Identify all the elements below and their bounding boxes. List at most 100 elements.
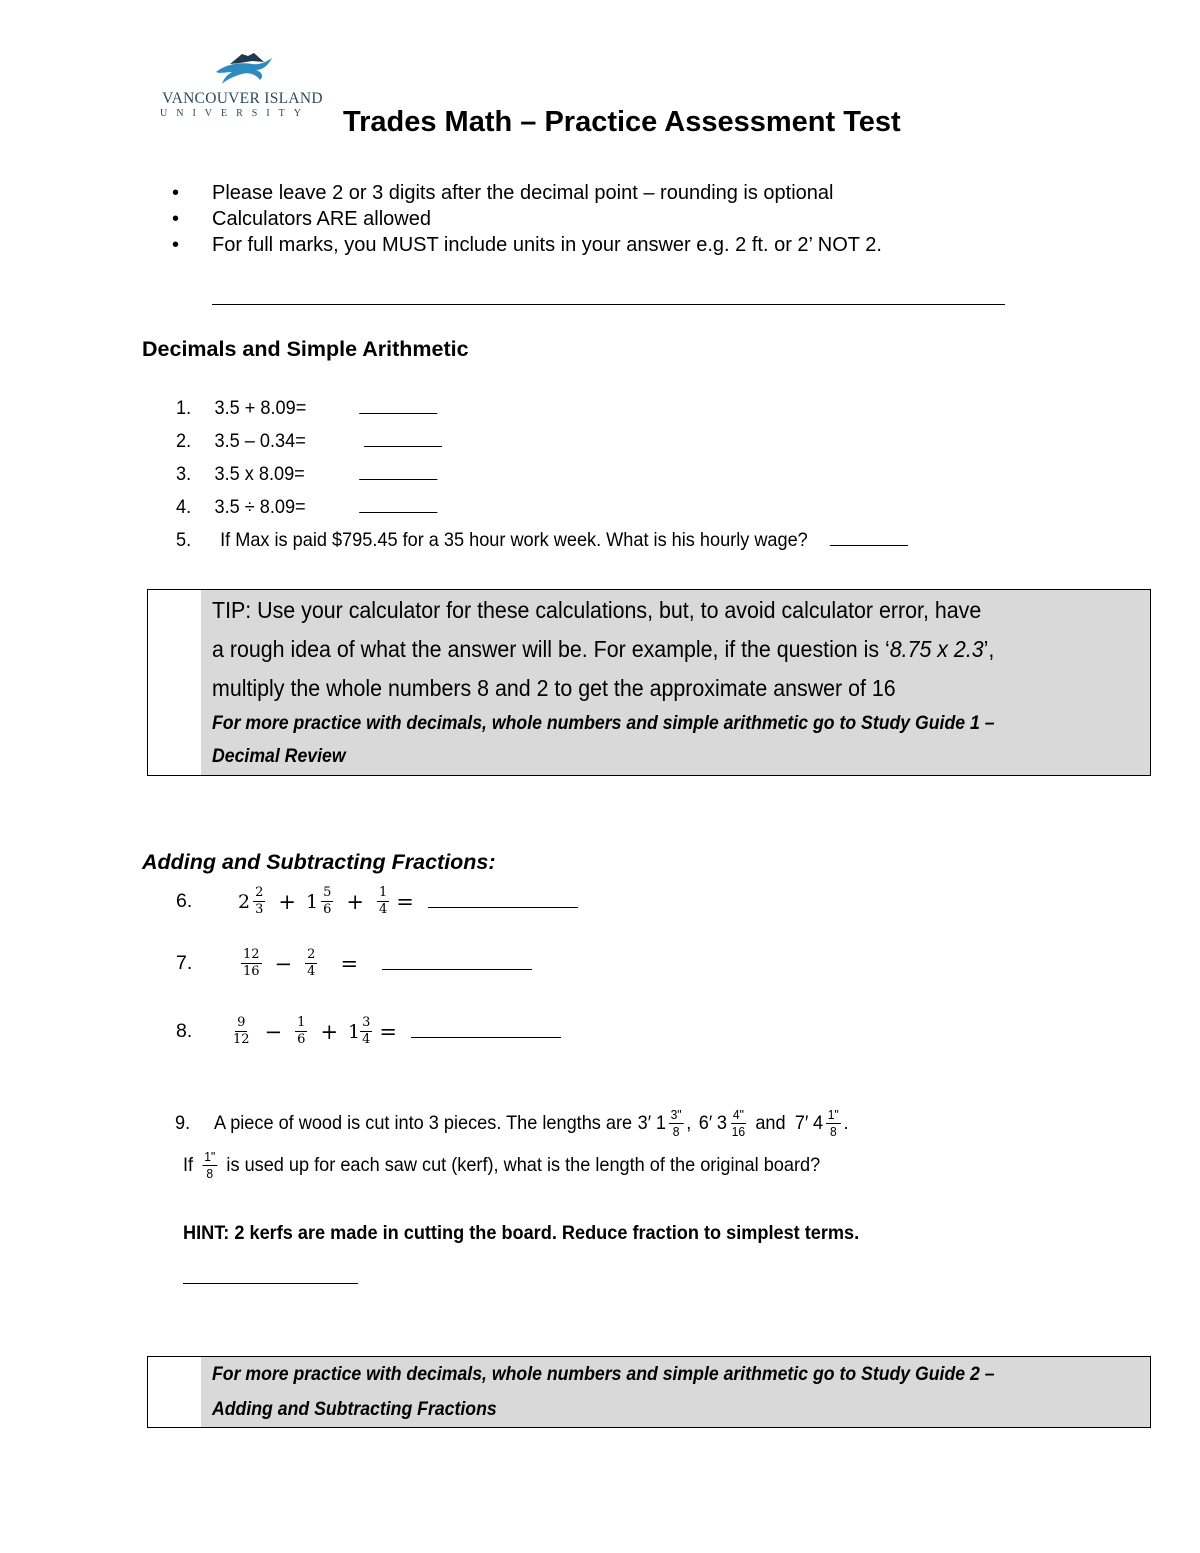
answer-blank[interactable] [359,395,438,414]
fraction: 4" 16 [730,1108,747,1139]
study-guide-1-reference: For more practice with decimals, whole n… [212,713,995,734]
question-text: 3.5 x 8.09= [214,463,305,485]
tip-line: TIP: Use your calculator for these calcu… [212,597,982,623]
question-number: 5. [176,529,192,551]
question-8: 8. 9 12 − 16 + 1 34 = [176,1015,562,1047]
question-9: 9. A piece of wood is cut into 3 pieces.… [175,1108,849,1139]
fraction: 24 [305,947,318,979]
logo-line-1: VANCOUVER ISLAND [162,90,323,107]
answer-blank[interactable] [411,1025,562,1038]
denominator: 6 [323,902,332,917]
numerator: 9 [235,1015,248,1032]
question-text: 3.5 – 0.34= [214,430,306,452]
numerator: 3" [668,1107,684,1124]
university-logo: VANCOUVER ISLAND UNIVERSITY [150,50,335,122]
bullet-icon: • [172,234,180,256]
operator: = [379,1019,398,1044]
bullet-icon: • [172,208,180,230]
tip-text: ’, [983,636,995,662]
question-9-line-2: If 1" 8 is used up for each saw cut (kerf… [183,1150,820,1181]
answer-blank[interactable] [829,527,908,546]
whole-number: 1 [305,890,319,913]
operator: + [346,889,364,914]
tip-box: TIP: Use your calculator for these calcu… [147,589,1151,776]
horizontal-rule [212,304,1005,305]
fraction: 12 16 [241,948,262,979]
section-heading-fractions: Adding and Subtracting Fractions: [142,850,496,874]
instruction-text: Calculators ARE allowed [212,208,431,230]
operator: − [274,951,293,976]
instruction-text: Please leave 2 or 3 digits after the dec… [212,182,834,204]
answer-blank[interactable] [363,428,442,447]
length-feet: 7′ [794,1112,809,1134]
length-feet: 6′ [698,1112,713,1134]
question-7: 7. 12 16 − 24 = [176,947,533,979]
question-2: 2. 3.5 – 0.34= [176,428,442,453]
question-number: 9. [175,1112,191,1134]
answer-blank[interactable] [359,461,438,480]
instructions-list: • Please leave 2 or 3 digits after the d… [172,180,882,258]
fraction: 16 [295,1015,308,1047]
fraction: 3" 8 [668,1107,684,1139]
fraction: 1" 8 [825,1107,841,1139]
tip-example: 8.75 x 2.3 [889,636,984,662]
whole-number: 2 [238,890,251,913]
instruction-item: • For full marks, you MUST include units… [172,232,882,258]
instruction-text: For full marks, you MUST include units i… [212,234,882,256]
numerator: 1" [202,1149,218,1166]
question-number: 7. [176,952,193,974]
length-whole-inches: 4 [813,1112,824,1134]
instruction-item: • Please leave 2 or 3 digits after the d… [172,180,882,206]
fraction: 1" 8 [202,1149,218,1181]
conjunction: and [755,1112,786,1134]
period: . [843,1112,849,1134]
denominator: 4 [307,964,316,979]
numerator: 5 [321,885,334,902]
fraction: 34 [360,1016,373,1047]
denominator: 16 [243,964,260,979]
question-text: If Max is paid $795.45 for a 35 hour wor… [220,529,808,551]
question-text: is used up for each saw cut (kerf), what… [226,1154,821,1176]
denominator: 8 [829,1124,837,1139]
question-number: 1. [176,397,192,419]
denominator: 4 [378,902,388,917]
question-number: 3. [176,463,192,485]
numerator: 1 [295,1015,308,1032]
operator: + [320,1019,339,1044]
length-whole-inches: 1 [655,1112,666,1134]
denominator: 16 [731,1124,746,1139]
numerator: 1" [825,1107,841,1124]
bullet-icon: • [172,182,180,204]
numerator: 2 [305,947,318,964]
fraction: 56 [321,885,334,917]
denominator: 12 [233,1032,250,1047]
study-guide-2-title: Adding and Subtracting Fractions [212,1399,497,1420]
section-heading-decimals: Decimals and Simple Arithmetic [142,337,469,361]
fraction: 9 12 [231,1016,252,1047]
separator: , [686,1112,692,1134]
answer-blank[interactable] [382,957,533,970]
numerator: 1 [376,885,390,902]
tip-line: a rough idea of what the answer will be.… [212,630,1075,668]
question-number: 6. [176,890,193,912]
numerator: 4" [730,1107,746,1124]
wave-mountain-logo-icon [216,53,272,84]
study-guide-box: For more practice with decimals, whole n… [147,1356,1151,1428]
denominator: 6 [297,1032,306,1047]
hint-text: HINT: 2 kerfs are made in cutting the bo… [183,1222,860,1244]
answer-blank[interactable] [359,494,438,513]
question-number: 4. [176,496,192,518]
study-guide-1-title: Decimal Review [212,746,346,767]
question-text: If [183,1154,194,1176]
instruction-item: • Calculators ARE allowed [172,206,882,232]
logo-line-2: UNIVERSITY [160,108,310,119]
fraction: 23 [253,885,266,917]
answer-blank[interactable] [183,1283,358,1284]
page-title: Trades Math – Practice Assessment Test [343,106,901,138]
question-4: 4. 3.5 ÷ 8.09= [176,494,438,519]
denominator: 8 [672,1124,680,1139]
tip-line: multiply the whole numbers 8 and 2 to ge… [212,675,896,701]
numerator: 2 [253,885,266,902]
answer-blank[interactable] [427,895,578,908]
operator: − [264,1019,283,1044]
